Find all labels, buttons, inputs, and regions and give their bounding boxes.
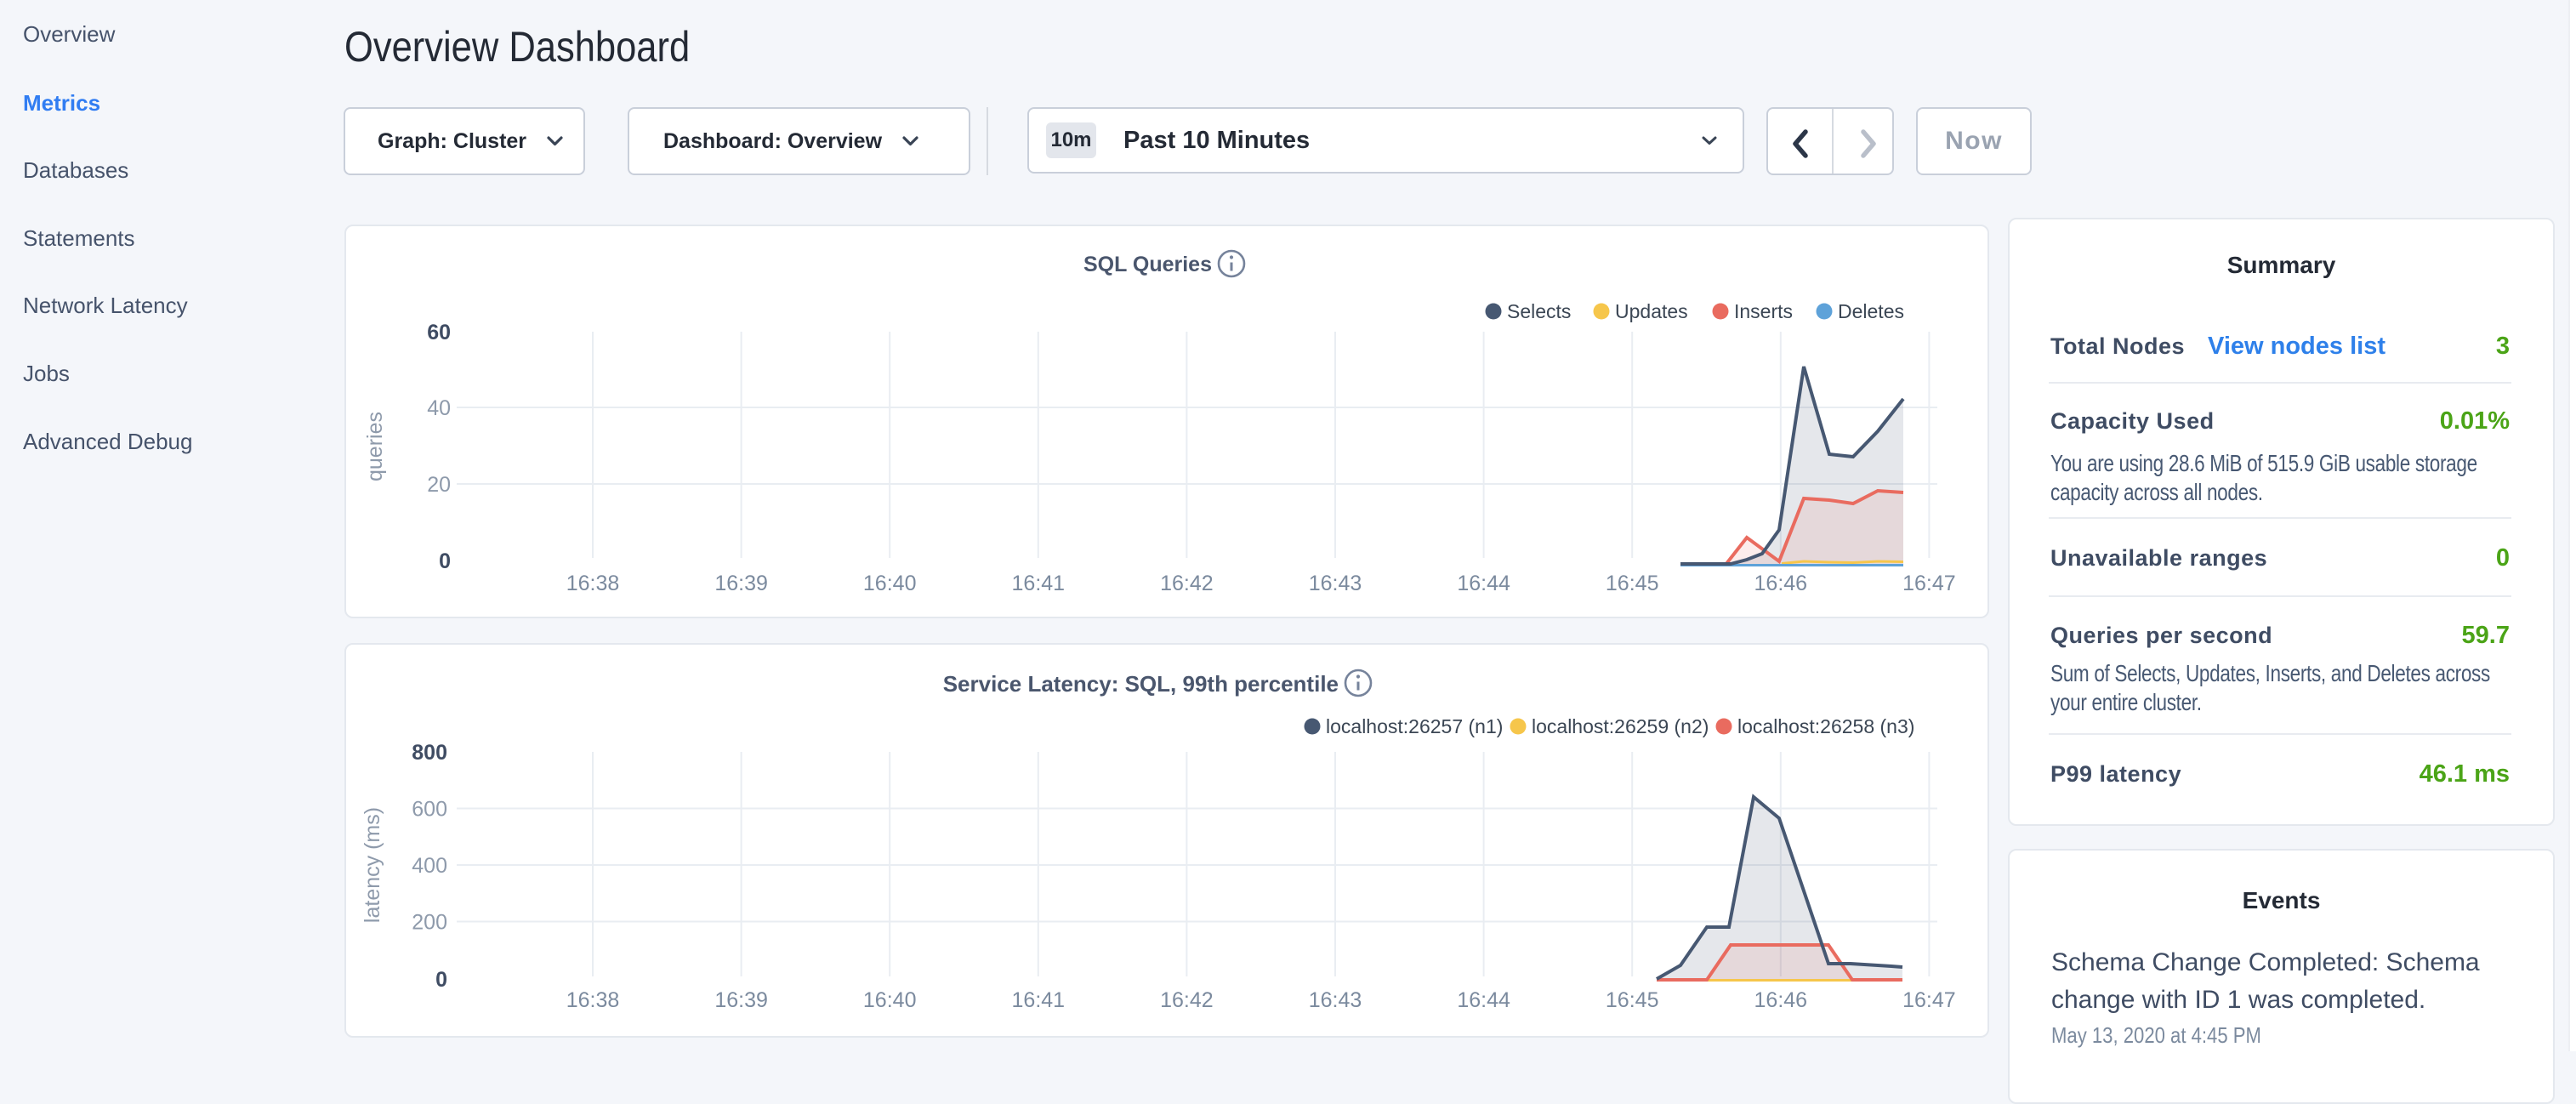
svg-text:16:38: 16:38 bbox=[566, 988, 620, 1012]
svg-text:0: 0 bbox=[439, 549, 451, 573]
svg-text:20: 20 bbox=[427, 473, 451, 497]
svg-text:localhost:26258 (n3): localhost:26258 (n3) bbox=[1737, 715, 1914, 737]
svg-text:16:47: 16:47 bbox=[1902, 572, 1956, 595]
svg-text:200: 200 bbox=[412, 911, 447, 935]
svg-text:16:43: 16:43 bbox=[1309, 572, 1362, 595]
svg-text:16:45: 16:45 bbox=[1606, 988, 1659, 1012]
svg-text:400: 400 bbox=[412, 854, 447, 878]
svg-text:16:43: 16:43 bbox=[1309, 988, 1362, 1012]
svg-text:localhost:26259 (n2): localhost:26259 (n2) bbox=[1532, 715, 1709, 737]
svg-text:60: 60 bbox=[427, 321, 451, 344]
svg-text:16:40: 16:40 bbox=[863, 572, 917, 595]
svg-text:Selects: Selects bbox=[1507, 300, 1571, 322]
svg-text:16:40: 16:40 bbox=[863, 988, 917, 1012]
svg-text:16:42: 16:42 bbox=[1160, 572, 1214, 595]
svg-text:16:39: 16:39 bbox=[714, 988, 768, 1012]
svg-text:Inserts: Inserts bbox=[1734, 300, 1793, 322]
svg-text:Deletes: Deletes bbox=[1838, 300, 1904, 322]
svg-text:Service Latency: SQL, 99th per: Service Latency: SQL, 99th percentile bbox=[943, 671, 1339, 697]
svg-text:600: 600 bbox=[412, 798, 447, 822]
svg-text:16:44: 16:44 bbox=[1457, 988, 1510, 1012]
svg-text:16:38: 16:38 bbox=[566, 572, 620, 595]
svg-text:localhost:26257 (n1): localhost:26257 (n1) bbox=[1326, 715, 1503, 737]
svg-text:16:46: 16:46 bbox=[1754, 572, 1808, 595]
svg-text:16:46: 16:46 bbox=[1754, 988, 1808, 1012]
svg-text:queries: queries bbox=[363, 412, 387, 481]
svg-text:SQL Queries: SQL Queries bbox=[1083, 253, 1212, 276]
svg-text:40: 40 bbox=[427, 396, 451, 420]
svg-text:800: 800 bbox=[412, 741, 447, 765]
svg-text:16:42: 16:42 bbox=[1160, 988, 1214, 1012]
svg-text:16:45: 16:45 bbox=[1606, 572, 1659, 595]
svg-text:Updates: Updates bbox=[1615, 300, 1688, 322]
svg-text:16:47: 16:47 bbox=[1902, 988, 1956, 1012]
svg-text:latency (ms): latency (ms) bbox=[361, 807, 384, 923]
svg-text:0: 0 bbox=[435, 968, 447, 992]
svg-text:16:41: 16:41 bbox=[1012, 572, 1066, 595]
svg-text:16:41: 16:41 bbox=[1012, 988, 1066, 1012]
svg-text:16:39: 16:39 bbox=[714, 572, 768, 595]
svg-text:16:44: 16:44 bbox=[1457, 572, 1510, 595]
